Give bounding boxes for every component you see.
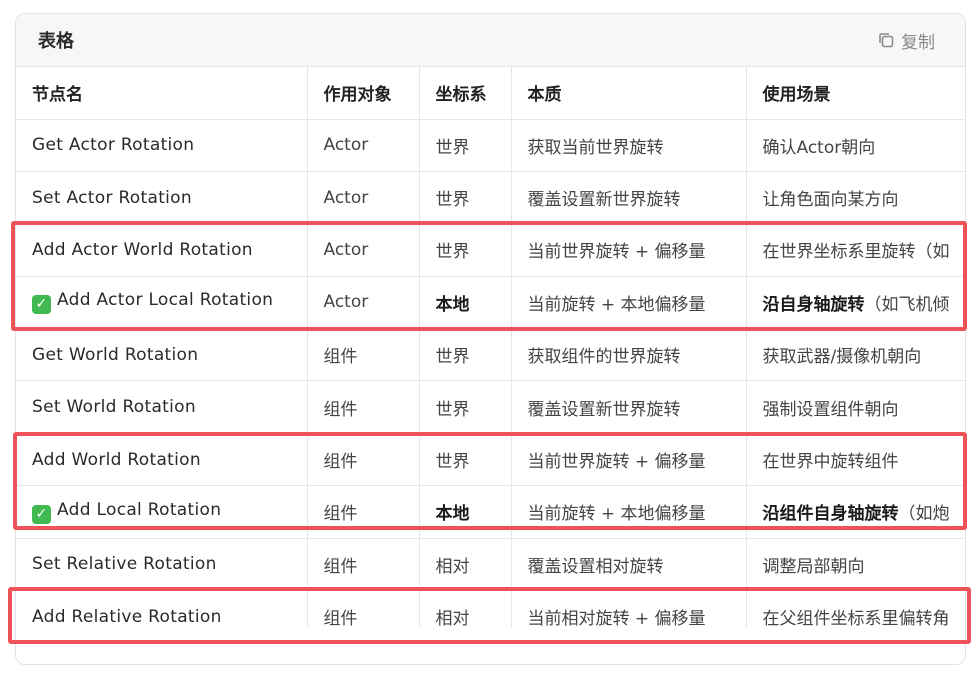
usage-text: （如飞机倾 — [864, 294, 950, 315]
usage-text: 确认Actor朝向 — [762, 137, 876, 158]
header-usage: 使用场景 — [746, 67, 965, 120]
cell-usage: 沿自身轴旋转（如飞机倾 — [746, 276, 965, 330]
cell-usage: 在世界中旋转组件 — [746, 433, 965, 487]
cell-usage: 让角色面向某方向 — [746, 171, 965, 225]
header-node-name: 节点名 — [16, 67, 308, 120]
table-card: 表格 复制 节点名 作用对象 坐标系 本质 使用场景 Get Actor Rot… — [15, 13, 966, 665]
check-icon: ✓ — [32, 504, 51, 524]
table-row: Add Relative Rotation 组件 相对 当前相对旋转 + 偏移量… — [16, 590, 965, 627]
card-header: 表格 复制 — [16, 14, 965, 67]
cell-nature: 获取组件的世界旋转 — [511, 328, 747, 382]
cell-target: 组件 — [307, 538, 420, 592]
table-row: Set Actor Rotation Actor 世界 覆盖设置新世界旋转 让角… — [16, 171, 965, 225]
cell-usage: 确认Actor朝向 — [746, 119, 965, 172]
table-row: ✓ Add Local Rotation 组件 本地 当前旋转 + 本地偏移量 沿… — [16, 485, 965, 539]
cell-coord: 本地 — [419, 276, 512, 330]
cell-coord: 相对 — [419, 590, 512, 627]
table-scroll-area[interactable]: 节点名 作用对象 坐标系 本质 使用场景 Get Actor Rotation … — [16, 67, 965, 627]
usage-text: 在父组件坐标系里偏转角 — [762, 609, 950, 627]
cell-coord: 世界 — [419, 328, 512, 382]
cell-node: Set Relative Rotation — [16, 538, 308, 592]
cell-node: ✓ Add Local Rotation — [16, 485, 308, 539]
usage-text: （如炮 — [898, 504, 950, 525]
table-row: Set Relative Rotation 组件 相对 覆盖设置相对旋转 调整局… — [16, 538, 965, 592]
table-row: Get World Rotation 组件 世界 获取组件的世界旋转 获取武器/… — [16, 328, 965, 382]
cell-target: 组件 — [307, 433, 420, 487]
cell-target: 组件 — [307, 380, 420, 434]
header-coord-system: 坐标系 — [419, 67, 512, 120]
copy-icon — [879, 33, 894, 48]
usage-bold-text: 沿自身轴旋转 — [762, 294, 865, 315]
cell-coord: 世界 — [419, 380, 512, 434]
cell-node: Get World Rotation — [16, 328, 308, 382]
cell-coord: 相对 — [419, 538, 512, 592]
cell-nature: 获取当前世界旋转 — [511, 119, 747, 172]
cell-coord: 世界 — [419, 119, 512, 172]
table-row: Add Actor World Rotation Actor 世界 当前世界旋转… — [16, 223, 965, 277]
cell-nature: 当前旋转 + 本地偏移量 — [511, 276, 747, 330]
cell-coord: 世界 — [419, 171, 512, 225]
cell-target: 组件 — [307, 590, 420, 627]
cell-target: 组件 — [307, 328, 420, 382]
cell-node: Set World Rotation — [16, 380, 308, 434]
cell-target: Actor — [307, 171, 420, 225]
cell-nature: 当前世界旋转 + 偏移量 — [511, 433, 747, 487]
cell-target: Actor — [307, 119, 420, 172]
cell-node: Add World Rotation — [16, 433, 308, 487]
header-nature: 本质 — [511, 67, 747, 120]
cell-node: Add Relative Rotation — [16, 590, 308, 627]
cell-coord: 世界 — [419, 223, 512, 277]
copy-label: 复制 — [901, 32, 935, 53]
usage-text: 调整局部朝向 — [762, 556, 865, 577]
node-label: Add Actor Local Rotation — [57, 290, 274, 311]
cell-node: Set Actor Rotation — [16, 171, 308, 225]
table-row: Set World Rotation 组件 世界 覆盖设置新世界旋转 强制设置组… — [16, 380, 965, 434]
cell-usage: 在父组件坐标系里偏转角 — [746, 590, 965, 627]
header-target: 作用对象 — [307, 67, 420, 120]
cell-node: Get Actor Rotation — [16, 119, 308, 172]
usage-text: 让角色面向某方向 — [762, 190, 899, 211]
check-icon: ✓ — [32, 295, 51, 315]
cell-usage: 获取武器/摄像机朝向 — [746, 328, 965, 382]
cell-nature: 覆盖设置新世界旋转 — [511, 171, 747, 225]
node-label: Add Local Rotation — [57, 499, 222, 520]
usage-text: 强制设置组件朝向 — [762, 399, 899, 420]
cell-coord: 世界 — [419, 433, 512, 487]
table-row: ✓ Add Actor Local Rotation Actor 本地 当前旋转 … — [16, 276, 965, 330]
copy-button[interactable]: 复制 — [877, 28, 935, 53]
usage-text: 获取武器/摄像机朝向 — [762, 347, 922, 368]
cell-usage: 沿组件自身轴旋转（如炮 — [746, 485, 965, 539]
cell-nature: 当前相对旋转 + 偏移量 — [511, 590, 747, 627]
table-header-row: 节点名 作用对象 坐标系 本质 使用场景 — [16, 67, 965, 120]
cell-target: 组件 — [307, 485, 420, 539]
usage-bold-text: 沿组件自身轴旋转 — [762, 504, 899, 525]
usage-text: 在世界中旋转组件 — [762, 452, 899, 473]
cell-node: Add Actor World Rotation — [16, 223, 308, 277]
cell-usage: 强制设置组件朝向 — [746, 380, 965, 434]
cell-nature: 当前世界旋转 + 偏移量 — [511, 223, 747, 277]
rotation-table: 节点名 作用对象 坐标系 本质 使用场景 Get Actor Rotation … — [16, 67, 965, 627]
cell-target: Actor — [307, 276, 420, 330]
usage-text: 在世界坐标系里旋转（如 — [762, 242, 950, 263]
table-row: Add World Rotation 组件 世界 当前世界旋转 + 偏移量 在世… — [16, 433, 965, 487]
cell-node: ✓ Add Actor Local Rotation — [16, 276, 308, 330]
cell-target: Actor — [307, 223, 420, 277]
cell-nature: 当前旋转 + 本地偏移量 — [511, 485, 747, 539]
cell-usage: 调整局部朝向 — [746, 538, 965, 592]
cell-nature: 覆盖设置新世界旋转 — [511, 380, 747, 434]
table-row: Get Actor Rotation Actor 世界 获取当前世界旋转 确认A… — [16, 119, 965, 172]
card-title: 表格 — [38, 31, 74, 52]
cell-nature: 覆盖设置相对旋转 — [511, 538, 747, 592]
cell-coord: 本地 — [419, 485, 512, 539]
cell-usage: 在世界坐标系里旋转（如 — [746, 223, 965, 277]
